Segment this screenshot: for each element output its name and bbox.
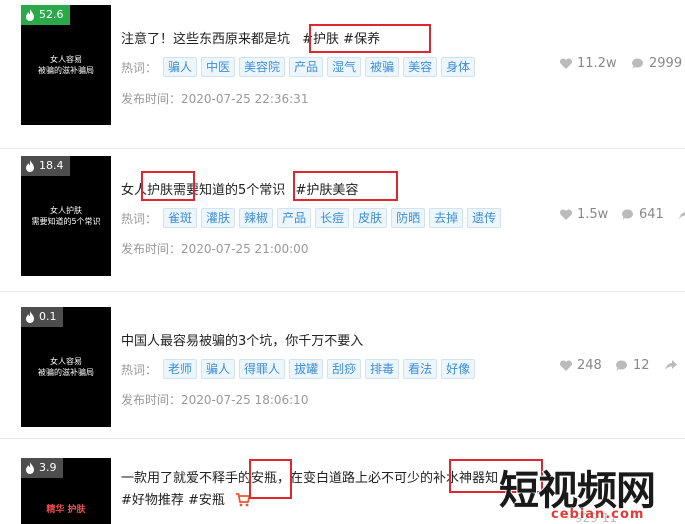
watermark-url: cebian.com (550, 507, 645, 523)
highlight-box (309, 24, 431, 53)
likes-stat: 1.5w (559, 207, 608, 222)
share-stat[interactable] (664, 358, 678, 372)
hot-word-tag[interactable]: 刮痧 (327, 359, 362, 379)
hot-word-tag[interactable]: 皮肤 (353, 208, 388, 228)
likes-count: 248 (577, 358, 602, 373)
heat-badge: 18.4 (21, 156, 70, 176)
hot-word-tag[interactable]: 老师 (163, 359, 198, 379)
hot-words-label: 热词： (121, 211, 158, 226)
video-card-2: 女人护肤 需要知道的5个常识 18.4 女人护肤需要知道的5个常识 #护肤美容 … (0, 149, 685, 291)
highlight-box (293, 171, 398, 201)
hot-words-row: 热词： 雀斑 灌肤 辣椒 产品 长痘 皮肤 防晒 去掉 遗传 (121, 208, 502, 228)
likes-stat: 248 (559, 358, 602, 373)
hot-word-tag[interactable]: 长痘 (315, 208, 350, 228)
heat-badge: 3.9 (21, 458, 63, 478)
comment-icon (616, 359, 627, 371)
watermark-logo: 短视频网 cebian.com (495, 458, 685, 524)
heart-icon (559, 208, 573, 220)
comments-count: 12 (633, 358, 650, 373)
hot-word-tag[interactable]: 产品 (277, 208, 312, 228)
likes-count: 1.5w (577, 207, 609, 222)
video-card-3: 女人容易 被骗的滋补骗局 0.1 中国人最容易被骗的3个坑，你千万不要入 热词：… (0, 292, 685, 438)
thumbnail-text: 女人容易 被骗的滋补骗局 (38, 55, 94, 75)
flame-icon (26, 462, 34, 474)
heat-value: 18.4 (39, 159, 64, 172)
hot-word-tag[interactable]: 灌肤 (201, 208, 236, 228)
share-icon (665, 360, 677, 370)
hot-word-tag[interactable]: 骗人 (163, 57, 198, 77)
hot-word-tag[interactable]: 美容 (403, 57, 438, 77)
heat-value: 0.1 (39, 310, 57, 323)
hot-word-tag[interactable]: 中医 (201, 57, 236, 77)
publish-time: 发布时间：2020-07-25 21:00:00 (121, 242, 309, 256)
highlight-box (249, 459, 292, 499)
heat-value: 3.9 (39, 461, 57, 474)
hot-word-tag[interactable]: 去掉 (429, 208, 464, 228)
hot-word-tag[interactable]: 防晒 (391, 208, 426, 228)
comment-icon (632, 57, 643, 69)
publish-time: 发布时间：2020-07-25 22:36:31 (121, 92, 309, 106)
heart-icon (559, 359, 573, 371)
heat-value: 52.6 (39, 8, 64, 21)
thumbnail-text: 女人容易 被骗的滋补骗局 (38, 357, 94, 377)
hot-word-tag[interactable]: 雀斑 (163, 208, 198, 228)
hot-words-label: 热词： (121, 60, 158, 75)
hot-word-tag[interactable]: 湿气 (327, 57, 362, 77)
video-title[interactable]: 中国人最容易被骗的3个坑，你千万不要入 (121, 330, 363, 349)
hot-words-row: 热词： 骗人 中医 美容院 产品 湿气 被骗 美容 身体 (121, 57, 476, 77)
thumbnail-text: 精华 护肤 (46, 505, 86, 515)
comments-count: 641 (639, 207, 664, 222)
heart-icon (559, 57, 573, 69)
thumbnail-text: 女人护肤 需要知道的5个常识 (31, 206, 101, 226)
comments-count: 2999 (649, 56, 683, 71)
hot-word-tag[interactable]: 遗传 (467, 208, 502, 228)
hot-word-tag[interactable]: 拔罐 (289, 359, 324, 379)
hot-words-label: 热词： (121, 362, 158, 377)
publish-time: 发布时间：2020-07-25 18:06:10 (121, 393, 309, 407)
hot-word-tag[interactable]: 美容院 (239, 57, 286, 77)
hot-word-tag[interactable]: 被骗 (365, 57, 400, 77)
hot-word-tag[interactable]: 身体 (441, 57, 476, 77)
likes-stat: 11.2w (559, 56, 617, 71)
comments-stat: 2999 (631, 56, 682, 71)
flame-icon (26, 311, 34, 323)
video-card-1: 女人容易 被骗的滋补骗局 52.6 注意了！这些东西原来都是坑 #护肤 #保养 … (0, 0, 685, 148)
hot-word-tag[interactable]: 骗人 (201, 359, 236, 379)
heat-badge: 0.1 (21, 307, 63, 327)
hot-word-tag[interactable]: 产品 (289, 57, 324, 77)
hot-word-tag[interactable]: 排毒 (365, 359, 400, 379)
comments-stat: 641 (621, 207, 664, 222)
share-icon (679, 212, 685, 219)
highlight-box (141, 171, 195, 201)
hot-word-tag[interactable]: 得罪人 (239, 359, 286, 379)
flame-icon (26, 9, 34, 21)
comment-icon (622, 208, 633, 220)
hot-word-tag[interactable]: 看法 (403, 359, 438, 379)
hot-word-tag[interactable]: 辣椒 (239, 208, 274, 228)
share-stat[interactable] (678, 207, 685, 221)
likes-count: 11.2w (577, 56, 617, 71)
heat-badge: 52.6 (21, 5, 70, 25)
hashtags[interactable]: #好物推荐 #安瓶 (121, 493, 225, 508)
hot-word-tag[interactable]: 好像 (441, 359, 476, 379)
hot-words-row: 热词： 老师 骗人 得罪人 拔罐 刮痧 排毒 看法 好像 (121, 359, 476, 379)
comments-stat: 12 (615, 358, 650, 373)
flame-icon (26, 160, 34, 172)
